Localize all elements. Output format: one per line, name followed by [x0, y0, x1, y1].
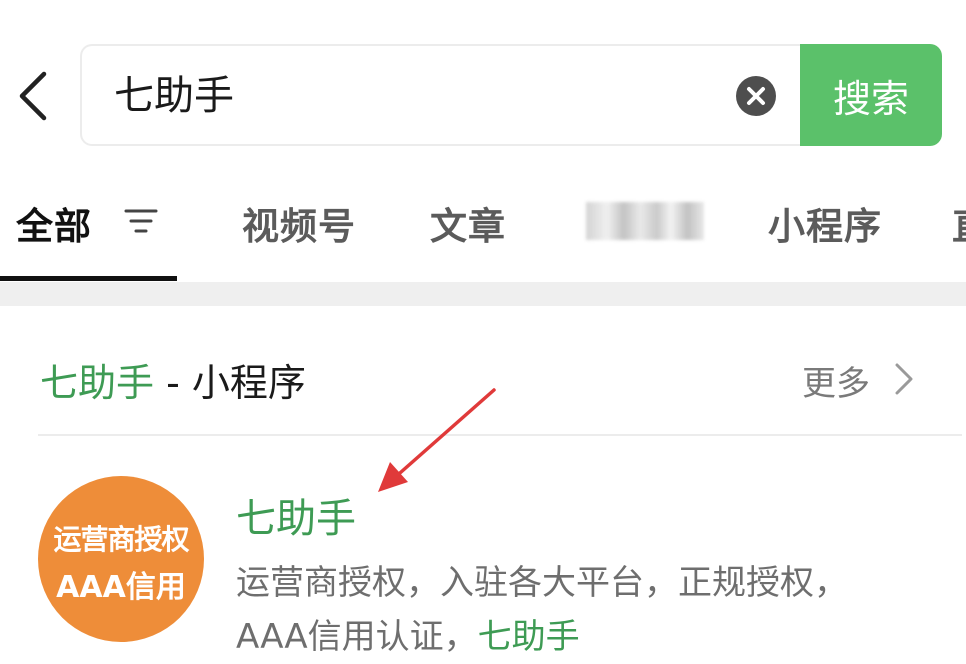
- logo-text-line2: AAA信用: [56, 570, 186, 605]
- search-button[interactable]: 搜索: [800, 44, 942, 146]
- logo-text-line1: 运营商授权: [53, 523, 189, 556]
- divider: [38, 434, 962, 436]
- tab-blurred[interactable]: [586, 202, 704, 240]
- filter-icon[interactable]: [124, 208, 158, 234]
- section-gap: [0, 282, 966, 306]
- result-title[interactable]: 七助手: [236, 486, 356, 544]
- tab-channels[interactable]: 视频号: [242, 196, 356, 250]
- active-tab-indicator: [0, 276, 177, 281]
- result-description-highlight: 七助手: [477, 617, 580, 657]
- tab-all[interactable]: 全部: [16, 196, 92, 250]
- chevron-right-icon[interactable]: [894, 362, 914, 396]
- section-title-rest: - 小程序: [154, 361, 306, 405]
- annotation-arrow-icon: [378, 388, 496, 492]
- search-query[interactable]: 七助手: [114, 70, 234, 122]
- chevron-left-icon: [19, 71, 47, 121]
- section-title: 七助手 - 小程序: [40, 352, 306, 407]
- result-description[interactable]: 运营商授权，入驻各大平台，正规授权，AAA信用认证，七助手: [236, 556, 896, 664]
- app-logo[interactable]: 运营商授权 AAA信用: [38, 476, 204, 642]
- tab-mini-programs[interactable]: 小程序: [768, 196, 882, 250]
- section-title-highlight: 七助手: [40, 361, 155, 405]
- back-button[interactable]: [14, 70, 54, 122]
- tab-articles[interactable]: 文章: [430, 196, 506, 250]
- more-link[interactable]: 更多: [802, 356, 870, 405]
- tab-live[interactable]: 直: [952, 196, 966, 250]
- search-input[interactable]: 七助手: [80, 44, 800, 146]
- clear-icon[interactable]: [736, 76, 776, 116]
